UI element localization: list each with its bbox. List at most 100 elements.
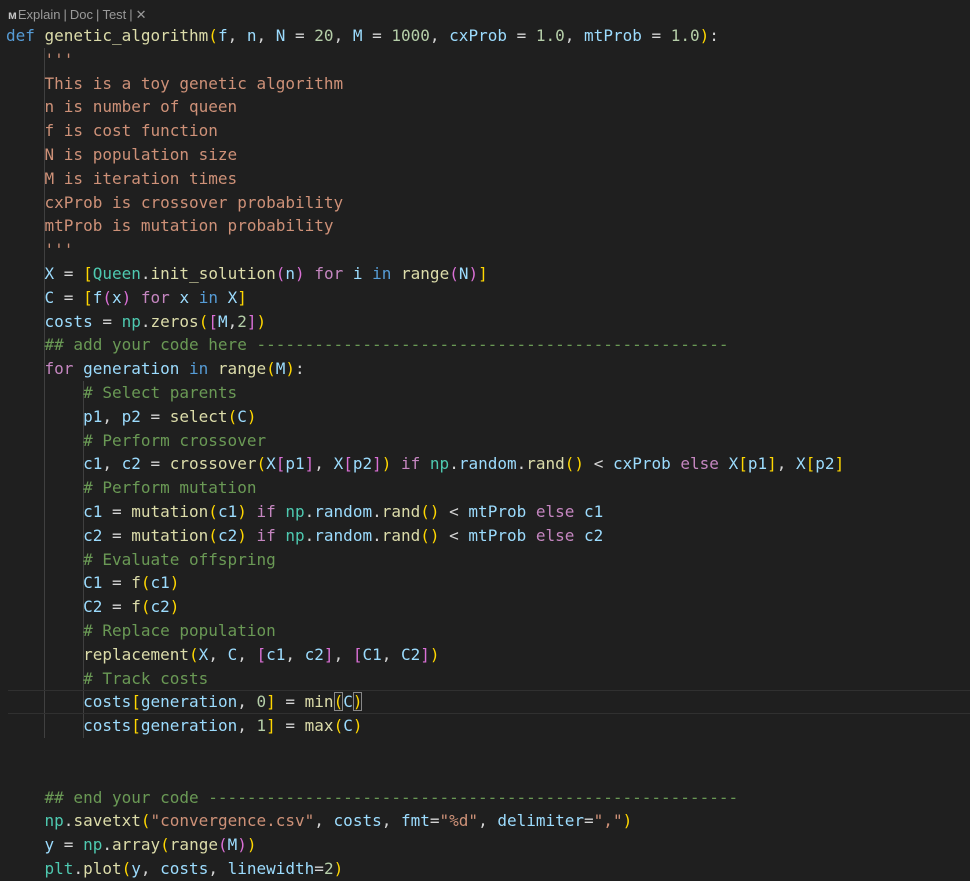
code-token: C [237, 406, 247, 426]
code-line[interactable]: # Perform mutation [0, 476, 970, 500]
codelens-explain[interactable]: Explain [18, 7, 61, 22]
code-token: 1.0 [535, 26, 565, 45]
code-token: ] [323, 644, 334, 664]
code-token: ( [208, 26, 218, 45]
codelens-doc[interactable]: Doc [70, 7, 93, 22]
code-line[interactable]: # Perform crossover [0, 429, 970, 453]
code-token: ( [333, 692, 344, 712]
code-token: fmt [400, 811, 430, 831]
code-token: X [198, 644, 209, 664]
code-token: generation [83, 359, 180, 379]
code-line[interactable] [0, 738, 970, 762]
code-token: ) [169, 597, 180, 617]
code-token: if [246, 501, 286, 521]
code-token: delimiter [497, 811, 585, 831]
code-token: y [131, 858, 141, 878]
code-token: costs [83, 692, 132, 712]
code-token: ( [217, 835, 228, 855]
code-token: , [227, 311, 238, 331]
code-line[interactable]: for generation in range(M): [0, 357, 970, 381]
code-token: p2 [815, 454, 835, 474]
code-line[interactable]: ''' [0, 48, 970, 72]
code-line[interactable]: costs[generation, 0] = min(C) [0, 690, 970, 714]
code-line[interactable]: # Select parents [0, 381, 970, 405]
codelens-test[interactable]: Test [102, 7, 126, 22]
code-line[interactable]: y = np.array(range(M)) [0, 833, 970, 857]
code-token: p1 [285, 454, 305, 474]
code-token: if [391, 454, 430, 474]
code-line[interactable]: n is number of queen [0, 95, 970, 119]
code-area[interactable]: def genetic_algorithm(f, n, N = 20, M = … [0, 24, 970, 881]
code-editor[interactable]: ᴍExplain | Doc | Test | ✕ def genetic_algorith… [0, 0, 970, 878]
code-token: mutation [131, 525, 209, 545]
code-token: , [208, 644, 228, 664]
code-line[interactable]: ## add your code here ------------------… [0, 333, 970, 357]
code-token: c2 [150, 597, 170, 617]
code-line[interactable]: costs = np.zeros([M,2]) [0, 310, 970, 334]
code-line[interactable]: costs[generation, 1] = max(C) [0, 714, 970, 738]
code-token: X [728, 454, 739, 474]
code-line[interactable]: np.savetxt("convergence.csv", costs, fmt… [0, 809, 970, 833]
code-line[interactable]: ## end your code -----------------------… [0, 786, 970, 810]
close-icon[interactable]: ✕ [136, 7, 147, 22]
code-token: C1 [362, 644, 382, 664]
code-line[interactable]: ''' [0, 238, 970, 262]
code-line[interactable]: X = [Queen.init_solution(n) for i in ran… [0, 262, 970, 286]
code-line[interactable]: # Track costs [0, 667, 970, 691]
code-token: 1 [256, 716, 267, 736]
code-line[interactable]: # Evaluate offspring [0, 548, 970, 572]
code-line[interactable]: c1 = mutation(c1) if np.random.rand() < … [0, 500, 970, 524]
code-token: [ [343, 454, 353, 474]
code-line[interactable]: p1, p2 = select(C) [0, 405, 970, 429]
code-line[interactable]: c1, c2 = crossover(X[p1], X[p2]) if np.r… [0, 452, 970, 476]
code-line[interactable]: cxProb is crossover probability [0, 191, 970, 215]
code-token: . [372, 525, 382, 545]
code-token: 2 [237, 311, 247, 331]
code-line[interactable]: c2 = mutation(c2) if np.random.rand() < … [0, 524, 970, 548]
code-token: ( [198, 311, 209, 331]
code-line[interactable]: C2 = f(c2) [0, 595, 970, 619]
code-token: mtProb [468, 501, 527, 521]
code-token: . [140, 311, 151, 331]
code-token: cxProb is crossover probability [44, 192, 344, 212]
code-line[interactable]: N is population size [0, 143, 970, 167]
code-line[interactable]: def genetic_algorithm(f, n, N = 20, M = … [0, 24, 970, 48]
code-line[interactable]: # Replace population [0, 619, 970, 643]
code-line[interactable]: C1 = f(c1) [0, 571, 970, 595]
code-token: = [285, 26, 315, 45]
code-line[interactable] [0, 762, 970, 786]
code-line[interactable]: mtProb is mutation probability [0, 214, 970, 238]
code-token: ) [285, 359, 296, 379]
code-token: random [314, 525, 373, 545]
code-line[interactable]: plt.plot(y, costs, linewidth=2) [0, 857, 970, 881]
code-token: p2 [121, 406, 141, 426]
code-line[interactable]: f is cost function [0, 119, 970, 143]
code-token: ) [246, 835, 257, 855]
code-token: # Perform crossover [83, 430, 267, 450]
code-line[interactable]: replacement(X, C, [c1, c2], [C1, C2]) [0, 643, 970, 667]
code-token: , [102, 406, 122, 426]
code-line[interactable]: This is a toy genetic algorithm [0, 72, 970, 96]
code-line[interactable]: C = [f(x) for x in X] [0, 286, 970, 310]
code-token: M [227, 835, 238, 855]
code-token: range [217, 359, 267, 379]
code-line[interactable]: M is iteration times [0, 167, 970, 191]
code-token: = [102, 525, 132, 545]
code-token: ) [468, 263, 479, 283]
code-token: c2 [304, 644, 324, 664]
code-token: ( [140, 597, 151, 617]
code-token: = [275, 692, 305, 712]
code-token: = [92, 311, 122, 331]
code-token: in [362, 263, 402, 283]
code-token: . [63, 811, 74, 831]
code-token: , [237, 692, 257, 712]
